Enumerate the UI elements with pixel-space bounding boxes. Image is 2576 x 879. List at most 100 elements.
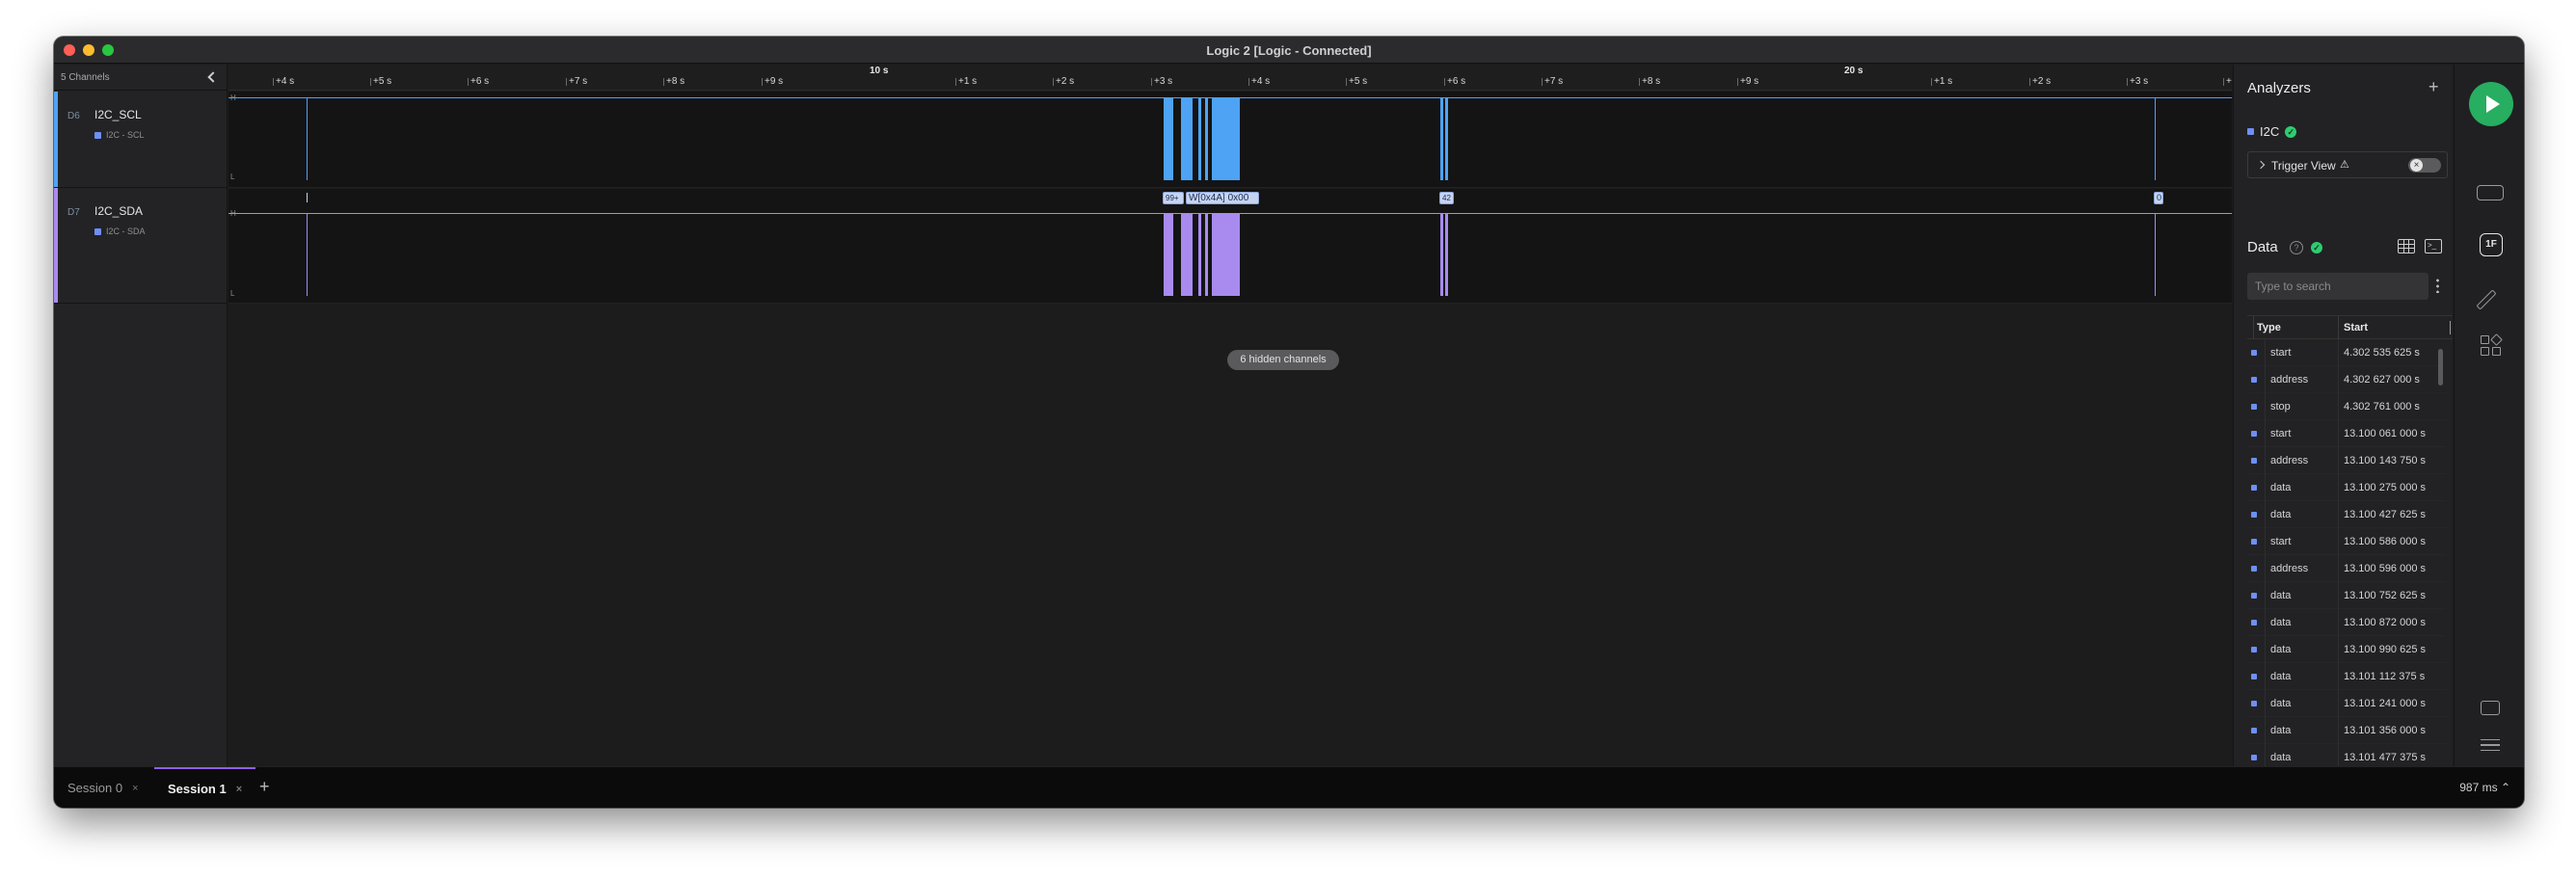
waveform-view[interactable]: 10 s 20 s +4 s +5 s +6 s +7 s +8 s +9 s … [228, 65, 2232, 766]
more-options-icon[interactable] [2436, 278, 2439, 293]
analyzer-color-swatch [2251, 566, 2257, 572]
feedback-icon[interactable] [2481, 701, 2500, 715]
search-input[interactable] [2247, 273, 2428, 300]
column-divider [2338, 447, 2339, 474]
channel-name[interactable]: I2C_SCL [94, 108, 142, 121]
plus-icon[interactable]: + [2428, 77, 2439, 97]
table-row[interactable]: data 13.100 427 625 s [2247, 501, 2446, 528]
cell-type: data [2270, 671, 2292, 682]
table-row[interactable]: start 13.100 586 000 s [2247, 528, 2446, 555]
table-row[interactable]: data 13.101 112 375 s [2247, 663, 2446, 690]
cell-start: 13.100 752 625 s [2344, 590, 2427, 601]
trigger-view-toggle[interactable]: × [2408, 158, 2441, 173]
table-row[interactable]: data 13.101 477 375 s [2247, 744, 2446, 766]
channel-row-scl[interactable]: D6 I2C_SCL I2C - SCL [54, 92, 228, 188]
table-row[interactable]: address 4.302 627 000 s [2247, 366, 2446, 393]
table-row[interactable]: data 13.101 356 000 s [2247, 717, 2446, 744]
measure-icon[interactable] [2476, 289, 2497, 310]
frame-count-badge[interactable]: 99+ [1163, 192, 1184, 204]
table-row[interactable]: data 13.100 752 625 s [2247, 582, 2446, 609]
tab-label: Session 0 [67, 781, 123, 795]
channel-color-bar [54, 92, 58, 187]
column-resize-handle[interactable] [2450, 321, 2451, 334]
column-divider [2338, 609, 2339, 636]
column-divider [2338, 393, 2339, 420]
scl-burst [1181, 97, 1193, 180]
analyzers-title: Analyzers [2247, 80, 2311, 96]
channel-name[interactable]: I2C_SDA [94, 204, 143, 218]
hidden-channels-button[interactable]: 6 hidden channels [1227, 350, 1339, 370]
cell-type: address [2270, 374, 2309, 386]
terminal-view-icon[interactable]: >_ [2425, 239, 2442, 253]
column-divider [2265, 555, 2266, 582]
sda-burst [1181, 213, 1193, 296]
column-divider[interactable] [2338, 316, 2339, 339]
column-header-type[interactable]: Type [2257, 322, 2281, 333]
extensions-icon[interactable] [2481, 333, 2503, 357]
column-divider [2265, 609, 2266, 636]
column-divider [2338, 663, 2339, 690]
start-capture-button[interactable] [2469, 82, 2513, 126]
help-icon[interactable]: ? [2290, 241, 2303, 254]
scl-pulse [307, 97, 308, 180]
tab-session-1[interactable]: Session 1 × [154, 767, 256, 808]
zoom-level[interactable]: 987 ms ⌃ [2459, 781, 2510, 794]
scl-pulse [2155, 97, 2156, 180]
channel-row-sda[interactable]: D7 I2C_SDA I2C - SDA [54, 188, 228, 304]
i2c-data-frame[interactable]: 42 [1439, 192, 1454, 204]
column-divider [2338, 501, 2339, 528]
table-row[interactable]: start 13.100 061 000 s [2247, 420, 2446, 447]
table-row[interactable]: data 13.100 275 000 s [2247, 474, 2446, 501]
channels-header: 5 Channels [54, 65, 227, 91]
column-divider [2265, 582, 2266, 609]
chevron-right-icon[interactable] [2256, 160, 2266, 170]
time-ruler[interactable]: 10 s 20 s +4 s +5 s +6 s +7 s +8 s +9 s … [228, 65, 2232, 91]
analyzer-item-i2c[interactable]: I2C ✓ [2247, 124, 2297, 139]
i2c-edge-frame[interactable]: 0 [2154, 192, 2163, 204]
column-divider [2265, 528, 2266, 555]
table-row[interactable]: address 13.100 143 750 s [2247, 447, 2446, 474]
cell-type: data [2270, 482, 2292, 493]
i2c-address-frame[interactable]: W[0x4A] 0x00 [1186, 192, 1259, 204]
sda-waveform-lane[interactable]: H L 99+ W[0x4A] 0x00 42 0 [228, 189, 2232, 304]
analyzers-icon[interactable]: 1F [2480, 233, 2503, 256]
ruler-tick: +3 s [1150, 76, 1173, 87]
table-row[interactable]: stop 4.302 761 000 s [2247, 393, 2446, 420]
column-divider [2265, 663, 2266, 690]
ruler-tick: +4 s [272, 76, 295, 87]
cell-start: 13.100 990 625 s [2344, 644, 2427, 655]
collapse-panel-icon[interactable] [207, 71, 219, 83]
window-title: Logic 2 [Logic - Connected] [1206, 43, 1372, 58]
analyzer-color-swatch [2251, 485, 2257, 491]
column-divider [2338, 528, 2339, 555]
cell-type: data [2270, 698, 2292, 709]
session-tab-bar: Session 0 × Session 1 × + 987 ms ⌃ [54, 766, 2524, 808]
sda-burst [1445, 213, 1448, 296]
table-row[interactable]: data 13.100 990 625 s [2247, 636, 2446, 663]
menu-icon[interactable] [2481, 739, 2500, 751]
title-bar: Logic 2 [Logic - Connected] [54, 37, 2524, 64]
trigger-view-row[interactable]: Trigger View ⚠ × [2247, 151, 2448, 178]
table-row[interactable]: start 4.302 535 625 s [2247, 339, 2446, 366]
close-icon[interactable]: × [132, 783, 138, 794]
ruler-tick: +6 s [467, 76, 490, 87]
add-tab-button[interactable]: + [259, 777, 270, 797]
cell-start: 13.101 112 375 s [2344, 671, 2426, 682]
table-row[interactable]: data 13.100 872 000 s [2247, 609, 2446, 636]
device-settings-icon[interactable] [2477, 185, 2504, 200]
channel-id: D6 [67, 111, 80, 121]
scl-burst [1164, 97, 1173, 180]
ruler-tick: +7 s [565, 76, 588, 87]
column-divider [2265, 393, 2266, 420]
data-table-scrollbar[interactable] [2438, 349, 2443, 386]
channel-analyzer-text: I2C - SDA [106, 226, 146, 236]
scl-waveform-lane[interactable]: H L [228, 92, 2232, 188]
table-view-icon[interactable] [2398, 239, 2415, 253]
close-icon[interactable]: × [236, 784, 242, 795]
analyzer-color-swatch [2251, 431, 2257, 437]
table-row[interactable]: data 13.101 241 000 s [2247, 690, 2446, 717]
table-row[interactable]: address 13.100 596 000 s [2247, 555, 2446, 582]
column-header-start[interactable]: Start [2344, 322, 2368, 333]
tab-session-0[interactable]: Session 0 × [54, 767, 152, 808]
ruler-tick: +8 s [1638, 76, 1661, 87]
